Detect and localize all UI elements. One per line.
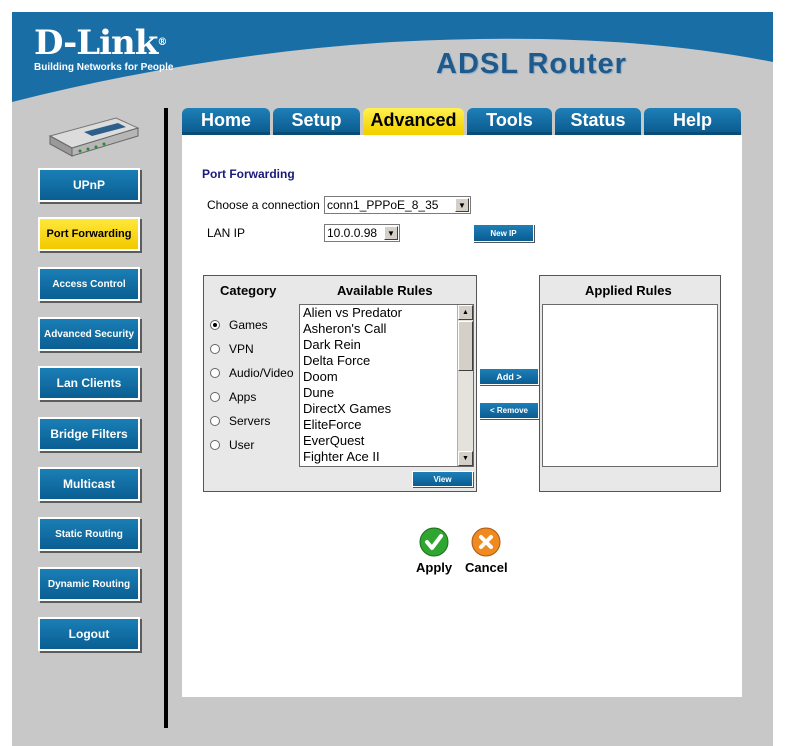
tab-home[interactable]: Home xyxy=(182,108,270,135)
tab-tools[interactable]: Tools xyxy=(467,108,552,135)
cancel-button[interactable]: Cancel xyxy=(465,527,508,575)
scroll-up-icon[interactable]: ▲ xyxy=(458,305,473,320)
page-frame: D-Link® Building Networks for People ADS… xyxy=(12,12,773,746)
chevron-down-icon: ▼ xyxy=(455,198,469,212)
main-content: Port Forwarding Choose a connection conn… xyxy=(182,135,742,697)
applied-rules-header: Applied Rules xyxy=(585,283,672,298)
close-icon xyxy=(471,527,501,557)
list-scrollbar[interactable]: ▲ ▼ xyxy=(457,305,473,466)
lanip-label: LAN IP xyxy=(207,226,246,240)
view-button[interactable]: View xyxy=(412,471,473,487)
sidebar-item-access-control[interactable]: Access Control xyxy=(38,267,140,301)
new-ip-button[interactable]: New IP xyxy=(473,224,534,242)
remove-button[interactable]: < Remove xyxy=(479,402,539,419)
sidebar-item-logout[interactable]: Logout xyxy=(38,617,140,651)
scroll-thumb[interactable] xyxy=(458,321,473,371)
list-item[interactable]: EverQuest xyxy=(300,433,473,449)
list-item[interactable]: Fighter Ace II xyxy=(300,449,473,465)
chevron-down-icon: ▼ xyxy=(384,226,398,240)
list-item[interactable]: Asheron's Call xyxy=(300,321,473,337)
category-header: Category xyxy=(220,283,277,298)
tab-status[interactable]: Status xyxy=(555,108,641,135)
apply-button[interactable]: Apply xyxy=(416,527,452,575)
sidebar-item-port-forwarding[interactable]: Port Forwarding xyxy=(38,217,140,251)
radio-icon[interactable] xyxy=(210,368,220,378)
list-item[interactable]: Delta Force xyxy=(300,353,473,369)
sidebar-item-advanced-security[interactable]: Advanced Security xyxy=(38,317,140,351)
scroll-down-icon[interactable]: ▼ xyxy=(458,451,473,466)
available-rules-list[interactable]: Alien vs Predator Asheron's Call Dark Re… xyxy=(299,304,474,467)
list-item[interactable]: DirectX Games xyxy=(300,401,473,417)
sidebar-item-upnp[interactable]: UPnP xyxy=(38,168,140,202)
sidebar-item-multicast[interactable]: Multicast xyxy=(38,467,140,501)
sidebar-item-static-routing[interactable]: Static Routing xyxy=(38,517,140,551)
sidebar-item-lan-clients[interactable]: Lan Clients xyxy=(38,366,140,400)
connection-select[interactable]: conn1_PPPoE_8_35 ▼ xyxy=(324,196,471,214)
applied-rules-panel: Applied Rules xyxy=(539,275,721,492)
page-title: Port Forwarding xyxy=(202,167,295,181)
category-servers[interactable]: Servers xyxy=(210,414,270,428)
radio-icon[interactable] xyxy=(210,440,220,450)
tab-help[interactable]: Help xyxy=(644,108,741,135)
list-item[interactable]: Dune xyxy=(300,385,473,401)
available-rules-panel: Category Available Rules Games VPN Audio… xyxy=(203,275,477,492)
list-item[interactable]: Doom xyxy=(300,369,473,385)
dlink-logo: D-Link® Building Networks for People xyxy=(34,23,174,73)
category-audio-video[interactable]: Audio/Video xyxy=(210,366,294,380)
list-item[interactable]: Alien vs Predator xyxy=(300,305,473,321)
category-apps[interactable]: Apps xyxy=(210,390,256,404)
radio-icon[interactable] xyxy=(210,344,220,354)
radio-selected-icon[interactable] xyxy=(210,320,220,330)
category-games[interactable]: Games xyxy=(210,318,268,332)
list-item[interactable]: EliteForce xyxy=(300,417,473,433)
applied-rules-list[interactable] xyxy=(542,304,718,467)
router-device-image xyxy=(48,117,140,157)
list-item[interactable]: Dark Rein xyxy=(300,337,473,353)
vertical-divider xyxy=(164,108,168,728)
available-rules-header: Available Rules xyxy=(337,283,433,298)
main-tabs: Home Setup Advanced Tools Status Help xyxy=(182,108,742,135)
tab-advanced[interactable]: Advanced xyxy=(363,108,464,135)
tab-setup[interactable]: Setup xyxy=(273,108,360,135)
radio-icon[interactable] xyxy=(210,392,220,402)
sidebar-item-bridge-filters[interactable]: Bridge Filters xyxy=(38,417,140,451)
product-title: ADSL Router xyxy=(436,48,627,80)
category-vpn[interactable]: VPN xyxy=(210,342,254,356)
add-button[interactable]: Add > xyxy=(479,368,539,385)
lanip-select[interactable]: 10.0.0.98 ▼ xyxy=(324,224,400,242)
category-user[interactable]: User xyxy=(210,438,254,452)
radio-icon[interactable] xyxy=(210,416,220,426)
checkmark-icon xyxy=(419,527,449,557)
connection-label: Choose a connection xyxy=(207,198,320,212)
sidebar-item-dynamic-routing[interactable]: Dynamic Routing xyxy=(38,567,140,601)
